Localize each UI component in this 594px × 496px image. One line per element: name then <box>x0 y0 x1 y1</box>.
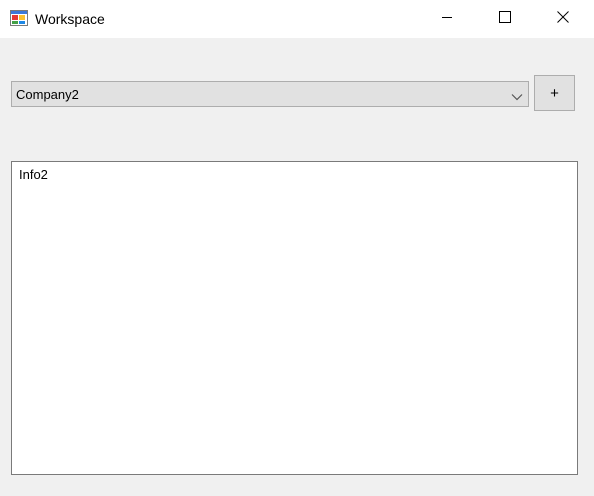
workspace-window: Workspace Company2 + Info2 <box>0 0 594 496</box>
minimize-icon <box>441 10 453 28</box>
form-app-icon <box>10 9 28 27</box>
info-textbox[interactable]: Info2 <box>11 161 578 475</box>
chevron-down-icon[interactable] <box>511 89 523 101</box>
add-company-button[interactable]: + <box>534 75 575 111</box>
close-button[interactable] <box>540 0 586 38</box>
info-text: Info2 <box>19 167 48 182</box>
minimize-button[interactable] <box>424 0 470 38</box>
company-dropdown[interactable]: Company2 <box>11 81 529 107</box>
maximize-icon <box>499 10 511 28</box>
maximize-button[interactable] <box>482 0 528 38</box>
company-dropdown-value: Company2 <box>16 87 79 102</box>
close-icon <box>557 10 569 28</box>
window-title: Workspace <box>35 11 105 27</box>
title-bar[interactable]: Workspace <box>0 0 594 38</box>
